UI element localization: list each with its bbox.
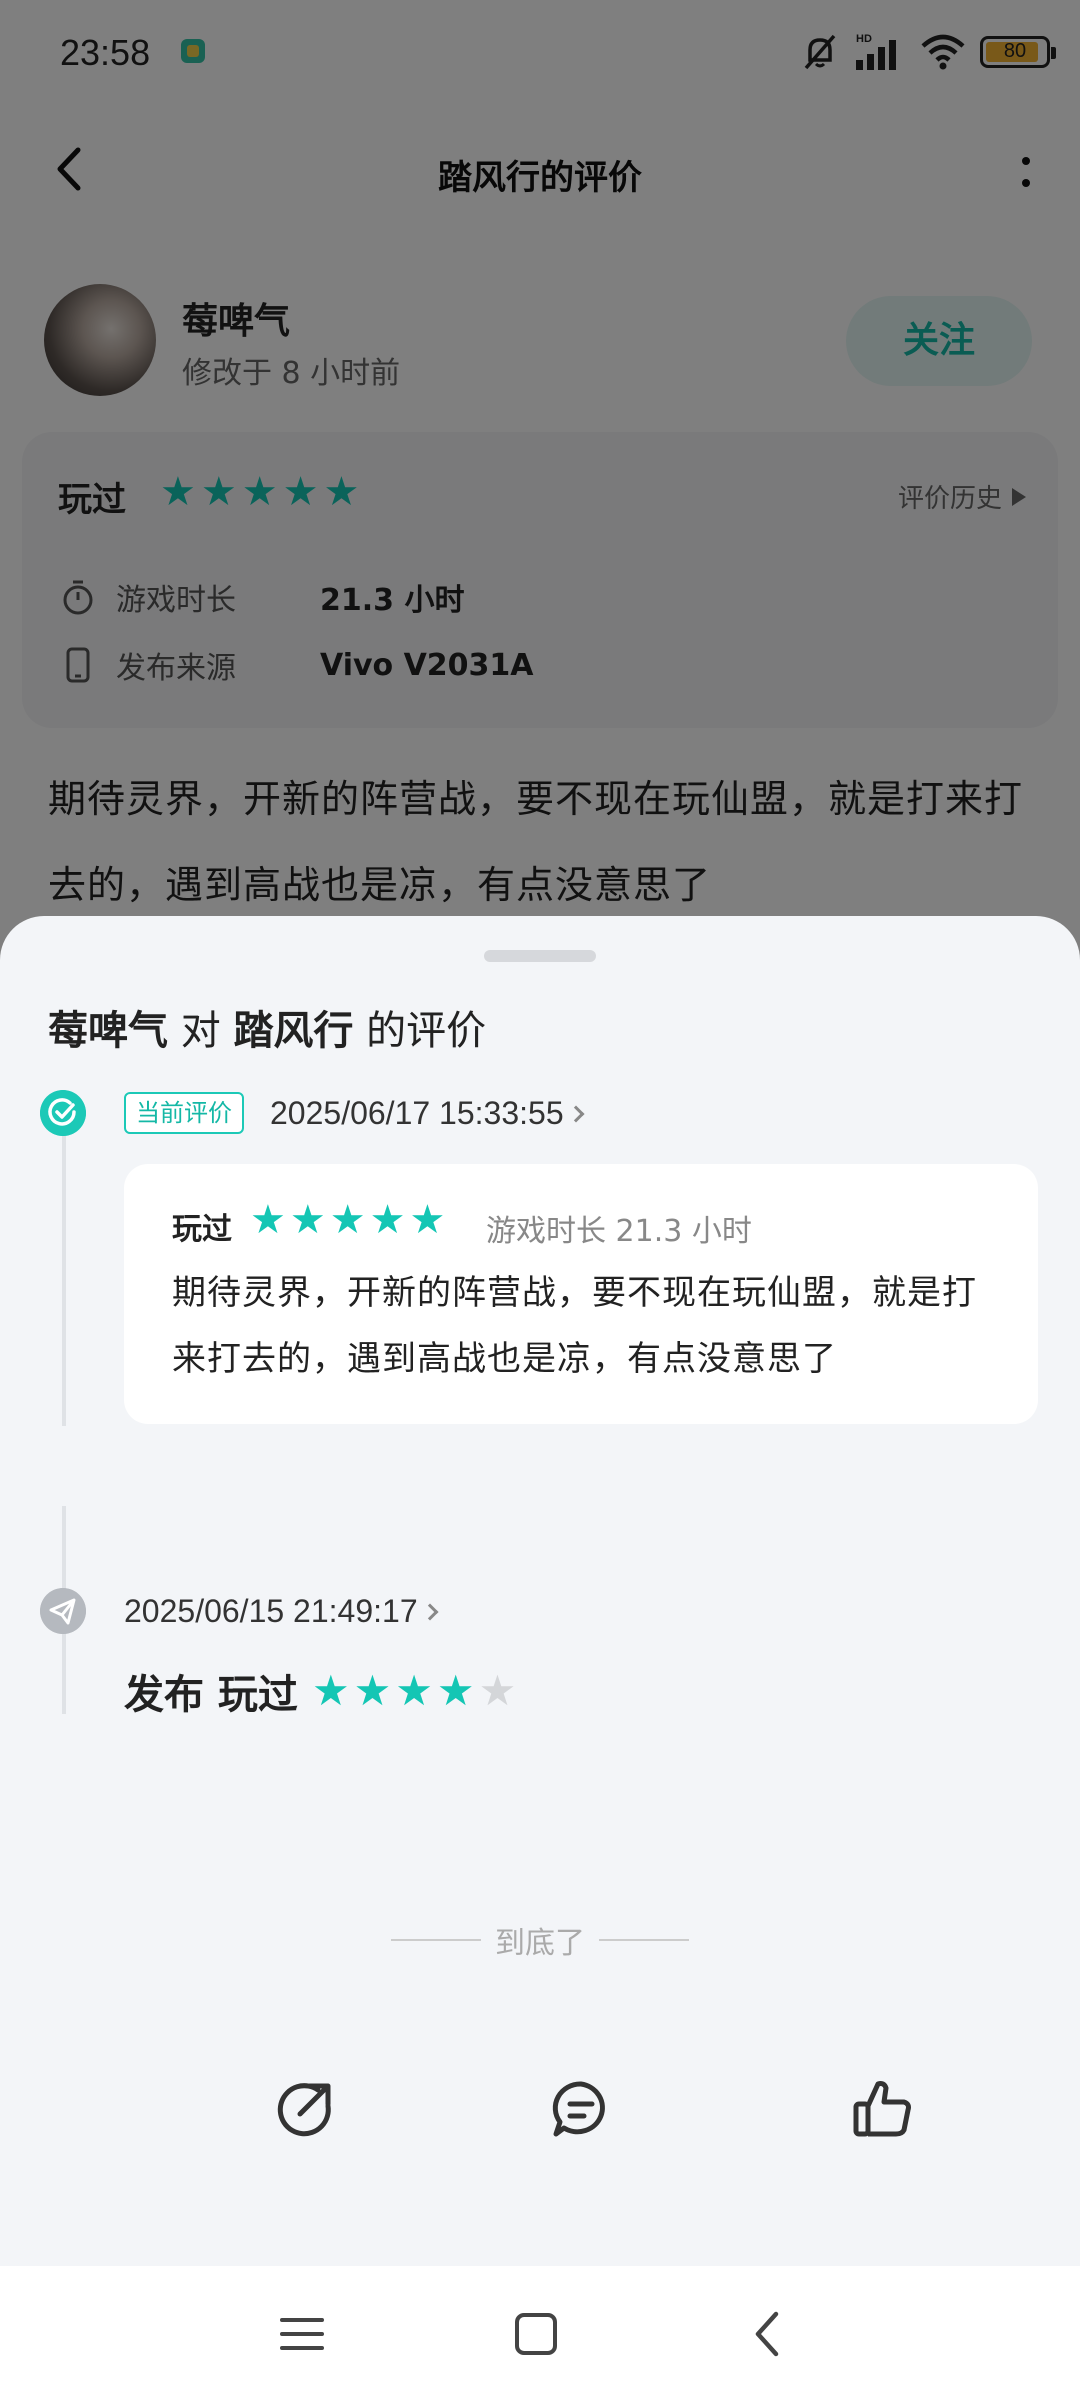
previous-review-row: 发布 玩过 ★ ★ ★ ★ ★ [124,1662,516,1720]
divider [391,1939,481,1941]
card-played-label: 玩过 [172,1212,232,1247]
nav-back-icon[interactable] [740,2306,796,2362]
timeline-line [62,1634,66,1714]
like-icon[interactable] [850,2076,916,2142]
comment-icon[interactable] [548,2076,614,2142]
star-empty-icon: ★ [478,1666,517,1715]
current-review-date[interactable]: 2025/06/17 15:33:55 [270,1092,585,1134]
previous-review-date[interactable]: 2025/06/15 21:49:17 [124,1590,439,1632]
current-review-badge: 当前评价 [124,1092,244,1134]
star-icon: ★ [409,1197,446,1243]
previous-review-label: 发布 玩过 [124,1672,298,1718]
star-icon: ★ [311,1666,350,1715]
star-icon: ★ [395,1666,433,1715]
share-icon[interactable] [272,2076,338,2142]
current-review-date-text: 2025/06/17 15:33:55 [270,1095,564,1131]
sheet-title-mid: 对 [168,1008,234,1054]
sheet-title: 莓啤气 对 踏风行 的评价 [48,998,486,1056]
card-review-text: 期待灵界，开新的阵营战，要不现在玩仙盟，就是打来打去的，遇到高战也是凉，有点没意… [172,1273,977,1379]
send-icon [40,1588,86,1634]
review-history-sheet: 莓啤气 对 踏风行 的评价 当前评价 2025/06/17 15:33:55 玩… [0,916,1080,2266]
star-icon: ★ [289,1197,326,1243]
star-icon: ★ [436,1666,475,1715]
drag-handle[interactable] [484,950,596,962]
sheet-title-game: 踏风行 [233,1008,354,1054]
star-icon: ★ [250,1197,286,1243]
end-of-list: 到底了 [0,1918,1080,1962]
chevron-right-icon [567,1105,585,1123]
edit-check-icon [40,1090,86,1136]
system-nav-bar [0,2266,1080,2400]
divider [599,1939,689,1941]
sheet-title-end: 的评价 [353,1008,487,1054]
timeline-line [62,1136,66,1426]
menu-icon[interactable] [274,2306,330,2362]
card-play-duration: 游戏时长 21.3 小时 [486,1214,752,1249]
previous-review-date-text: 2025/06/15 21:49:17 [124,1593,418,1629]
chevron-right-icon [421,1603,439,1621]
card-rating-stars: ★ ★ ★ ★ ★ [250,1200,445,1240]
star-icon: ★ [353,1666,392,1715]
home-icon[interactable] [508,2306,564,2362]
star-icon: ★ [329,1197,366,1243]
previous-rating-stars: ★ ★ ★ ★ ★ [311,1666,517,1715]
sheet-title-user: 莓啤气 [48,1008,168,1054]
current-review-card: 玩过 ★ ★ ★ ★ ★ 游戏时长 21.3 小时 期待灵界，开新的阵营战，要不… [124,1164,1038,1424]
star-icon: ★ [369,1197,406,1243]
end-of-list-label: 到底了 [495,1926,585,1961]
